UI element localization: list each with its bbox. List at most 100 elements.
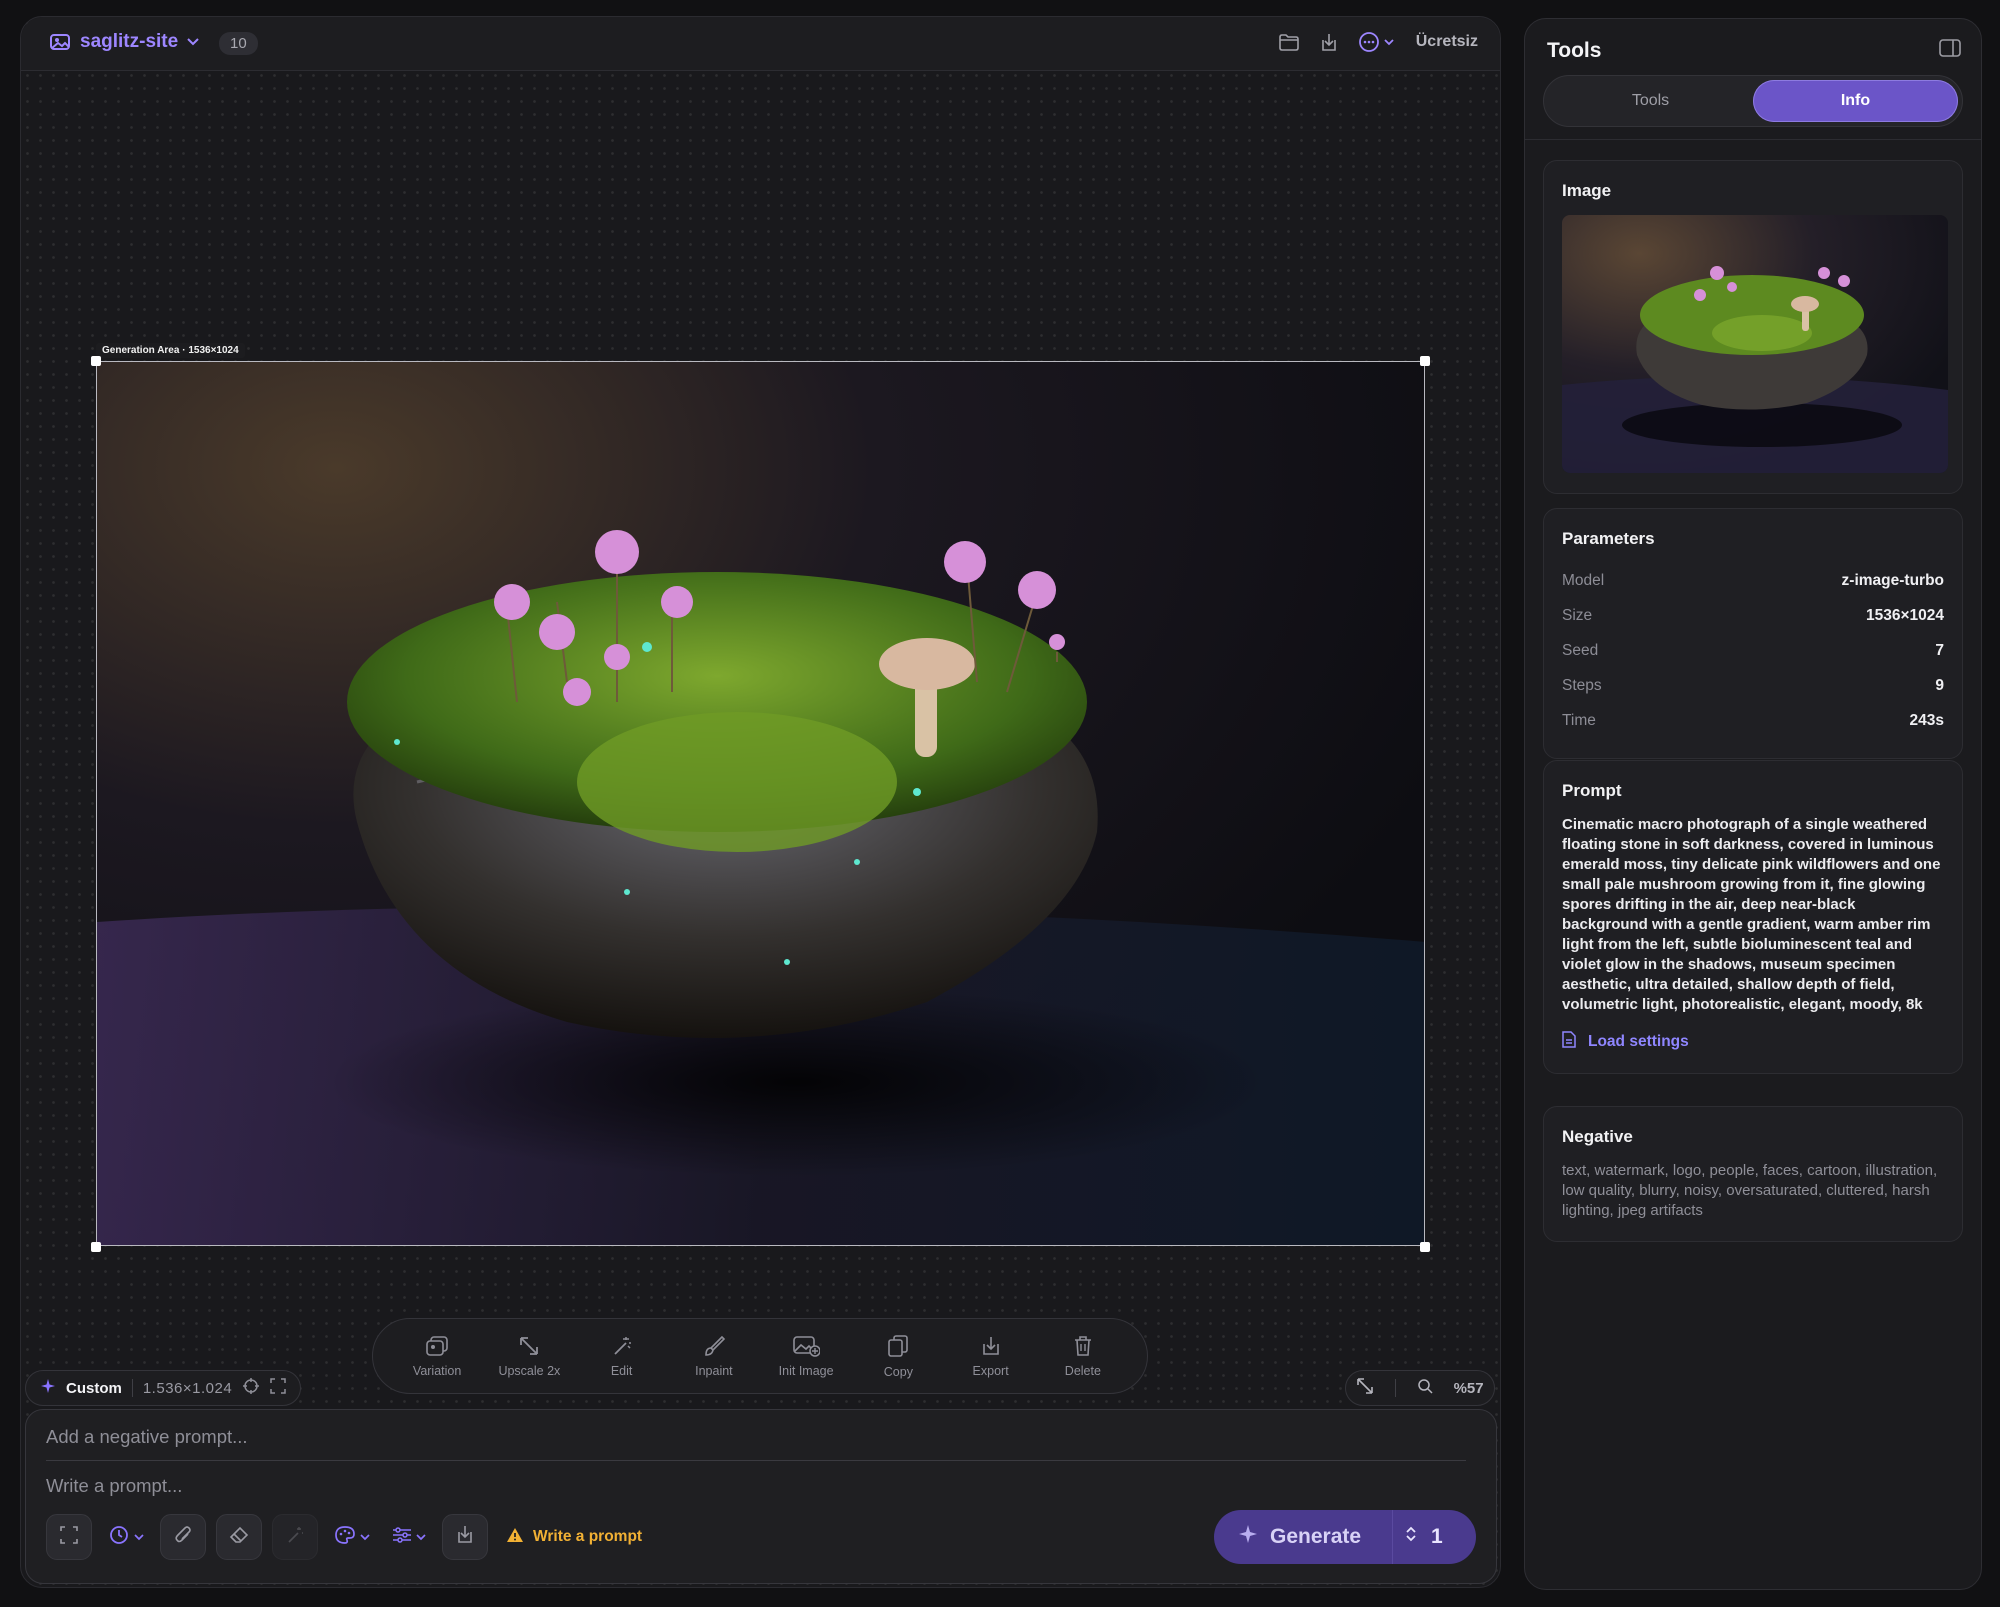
style-dropdown[interactable] [328,1514,376,1560]
param-time: Time 243s [1562,711,1944,729]
settings-dropdown[interactable] [386,1514,432,1560]
prompt-text: Cinematic macro photograph of a single w… [1562,816,1941,1013]
parameters-heading: Parameters [1562,529,1655,548]
panel-toggle-icon[interactable] [1939,39,1961,62]
edit-button[interactable]: Edit [587,1335,657,1378]
size-dimensions: 1.536×1.024 [142,1379,233,1397]
prompt-heading: Prompt [1562,781,1622,800]
divider [131,1379,133,1397]
sidebar-title: Tools [1547,39,1602,62]
variation-button[interactable]: Variation [402,1335,472,1378]
tab-info[interactable]: Info [1753,80,1958,122]
prompt-card: Prompt Cinematic macro photograph of a s… [1543,760,1963,1074]
brush-icon [703,1335,725,1357]
resize-handle-bottom-right[interactable] [1420,1242,1430,1252]
variation-icon [425,1335,449,1357]
param-size: Size 1536×1024 [1562,606,1944,624]
warning-icon [506,1527,524,1548]
eraser-icon [229,1526,249,1549]
inpaint-button[interactable]: Inpaint [679,1335,749,1378]
up-down-chevron-icon [1405,1525,1417,1549]
project-name: saglitz-site [80,31,179,52]
copy-icon [887,1334,909,1358]
history-icon [108,1525,130,1550]
attach-button[interactable] [160,1514,206,1560]
divider [1525,139,1981,140]
sliders-icon [392,1526,412,1549]
parameters-card: Parameters Model z-image-turbo Size 1536×1… [1543,508,1963,759]
sparkle-icon [40,1378,56,1398]
copy-button[interactable]: Copy [863,1334,933,1379]
edit-wand-icon [611,1335,633,1357]
prompt-warning: Write a prompt [506,1527,642,1548]
fullscreen-icon[interactable] [270,1378,286,1398]
resize-handle-top-left[interactable] [91,356,101,366]
prompt-composer: Add a negative prompt... Write a prompt.… [25,1409,1497,1584]
palette-icon [334,1525,356,1550]
size-preset-pill[interactable]: Custom 1.536×1.024 [25,1370,302,1406]
delete-button[interactable]: Delete [1048,1335,1118,1378]
upscale-icon [518,1335,540,1357]
chevron-down-icon [187,38,199,46]
resize-handle-bottom-left[interactable] [91,1242,101,1252]
zoom-control: %57 [1345,1370,1495,1406]
batch-count-stepper[interactable]: 1 [1393,1525,1443,1549]
more-options-icon[interactable] [1358,31,1398,53]
top-bar: saglitz-site 10 Ücretsiz [21,17,1500,71]
image-heading: Image [1562,181,1612,200]
size-preset-label: Custom [66,1379,122,1397]
aspect-frame-button[interactable] [46,1514,92,1560]
export-icon [980,1335,1002,1357]
enhance-button[interactable] [272,1514,318,1560]
folder-icon[interactable] [1278,31,1300,53]
export-button[interactable]: Export [956,1335,1026,1378]
trash-icon [1073,1335,1093,1357]
load-settings-link[interactable]: Load settings [1562,1031,1944,1053]
eraser-button[interactable] [216,1514,262,1560]
generated-image[interactable] [96,361,1425,1246]
negative-text: text, watermark, logo, people, faces, ca… [1562,1162,1938,1219]
fit-to-screen-icon[interactable] [1356,1377,1374,1399]
param-model: Model z-image-turbo [1562,571,1944,589]
batch-count: 1 [1431,1525,1443,1548]
prompt-input[interactable]: Write a prompt... [46,1475,182,1497]
image-thumbnail[interactable] [1562,215,1948,473]
sidebar-tabs: Tools Info [1543,75,1963,127]
document-icon [1562,1031,1576,1053]
divider [1395,1379,1397,1397]
crosshair-icon[interactable] [242,1377,260,1399]
zoom-level[interactable]: %57 [1454,1380,1484,1397]
gallery-icon [49,32,71,52]
generation-area-label: Generation Area · 1536×1024 [96,343,245,358]
image-card: Image [1543,160,1963,494]
project-selector[interactable]: saglitz-site [49,31,199,53]
chevron-down-icon [416,1528,426,1546]
history-dropdown[interactable] [102,1514,150,1560]
negative-heading: Negative [1562,1127,1633,1146]
paperclip-icon [174,1525,192,1550]
download-icon[interactable] [1318,31,1340,53]
upscale-button[interactable]: Upscale 2x [494,1335,564,1378]
sparkle-icon [1238,1524,1258,1550]
init-image-button[interactable]: Init Image [771,1335,841,1378]
param-steps: Steps 9 [1562,676,1944,694]
tab-tools[interactable]: Tools [1548,80,1753,122]
magic-wand-icon [286,1526,304,1549]
param-seed: Seed 7 [1562,641,1944,659]
image-count-badge: 10 [219,32,258,55]
image-add-icon [792,1335,821,1357]
info-sidebar: Tools Tools Info Image Parameters Model … [1524,18,1982,1590]
import-button[interactable] [442,1514,488,1560]
image-action-toolbar: Variation Upscale 2x Edit Inpaint Init I… [372,1318,1148,1394]
negative-card: Negative text, watermark, logo, people, … [1543,1106,1963,1242]
chevron-down-icon [360,1528,370,1546]
chevron-down-icon [134,1528,144,1546]
frame-icon [60,1525,78,1549]
plan-label[interactable]: Ücretsiz [1416,33,1478,51]
negative-prompt-input[interactable]: Add a negative prompt... [46,1426,1466,1461]
download-icon [456,1525,474,1549]
generate-label: Generate [1270,1525,1362,1548]
resize-handle-top-right[interactable] [1420,356,1430,366]
generate-button[interactable]: Generate 1 [1214,1510,1476,1564]
zoom-search-icon[interactable] [1417,1378,1433,1398]
